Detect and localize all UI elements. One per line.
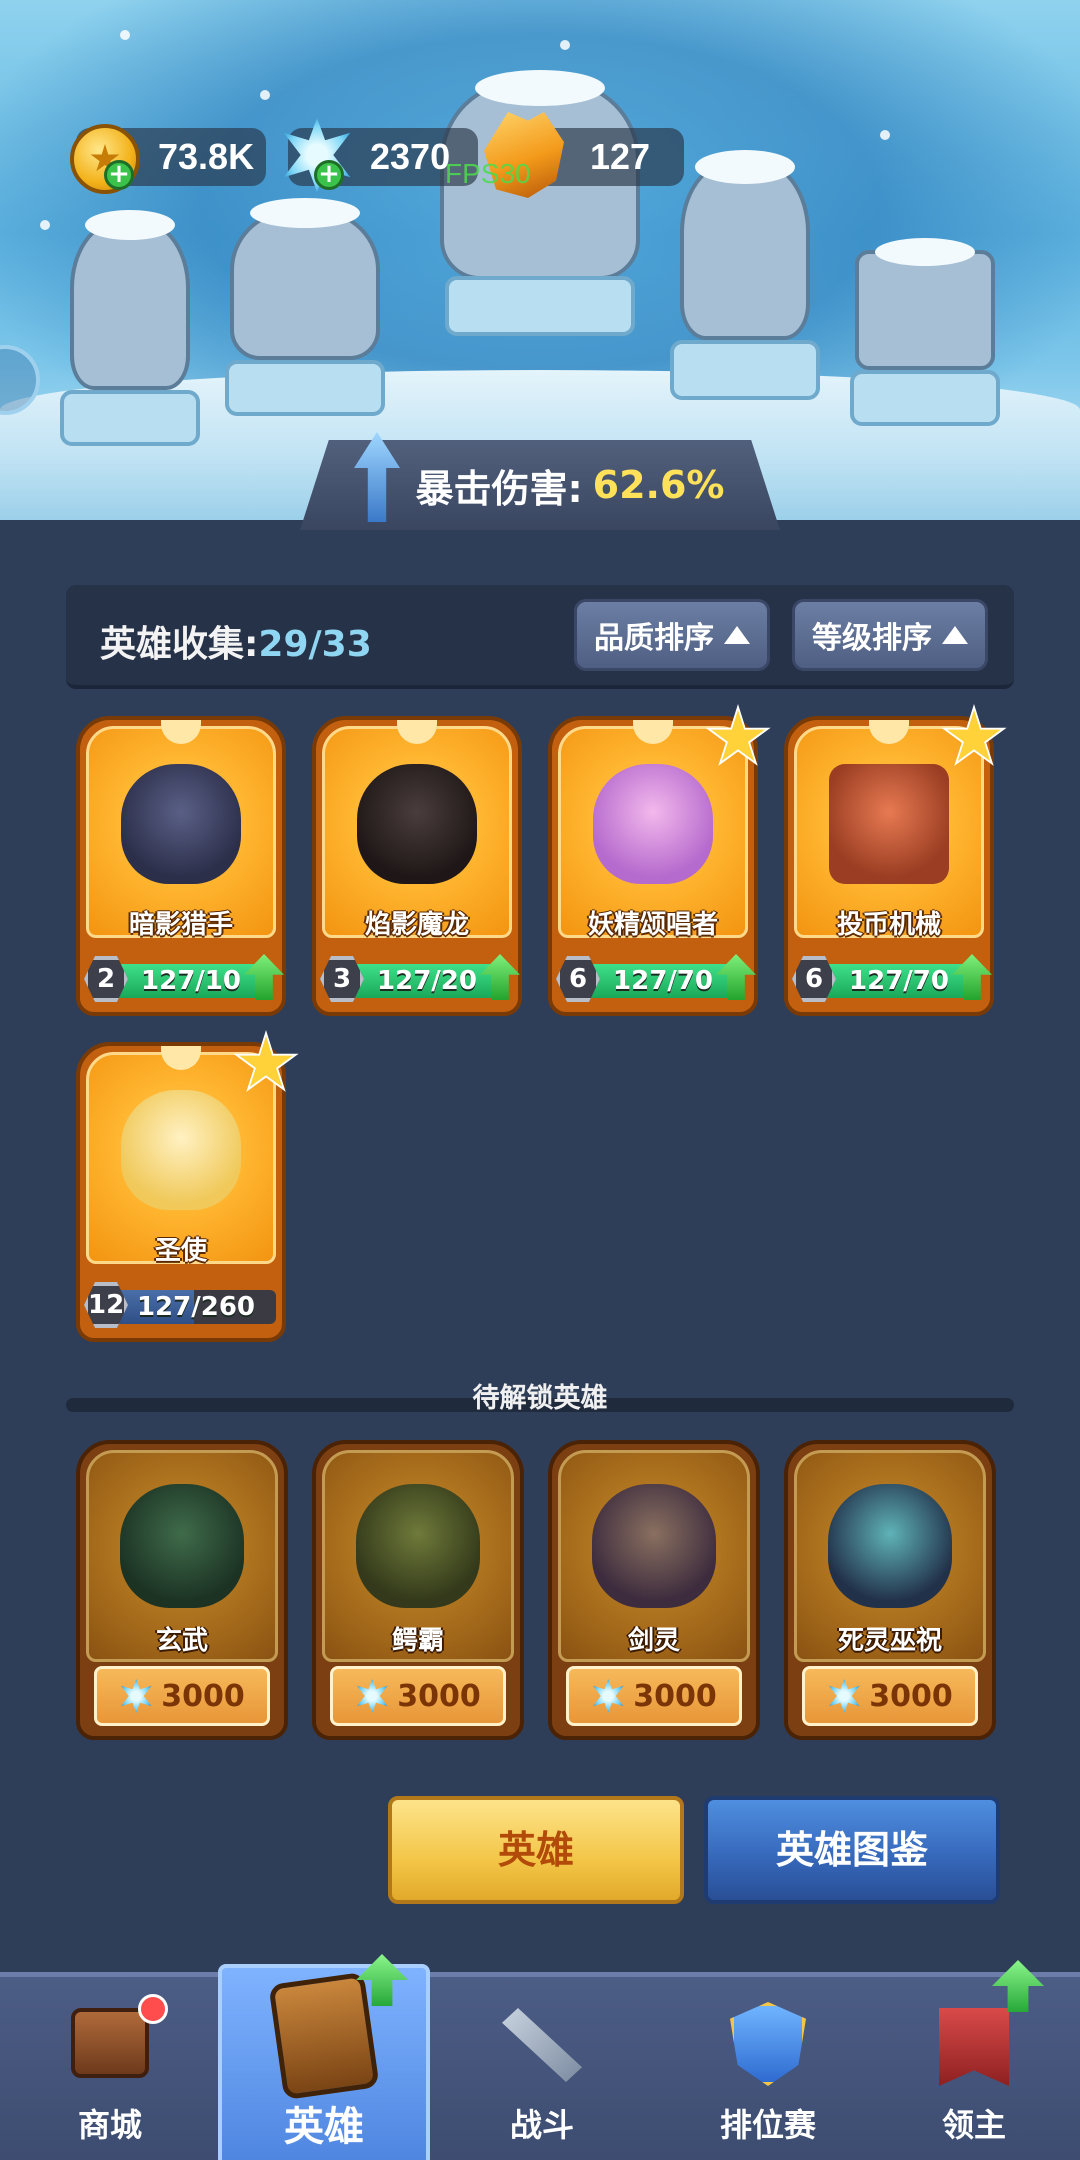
hero-name: 鳄霸 (391, 1626, 444, 1656)
nav-battle[interactable]: 战斗 (462, 1972, 622, 2160)
hero-portrait (120, 1484, 244, 1608)
crystal-icon (592, 1679, 624, 1713)
hero-name: 剑灵 (627, 1626, 680, 1656)
upgrade-arrow-icon (992, 1960, 1044, 2012)
nav-hero[interactable]: 英雄 (218, 1954, 430, 2152)
locked-hero-card[interactable]: 鳄霸 3000 (312, 1440, 524, 1740)
hero-progress-text: 127/20 (377, 966, 477, 996)
nav-ranked[interactable]: 排位赛 (688, 1972, 848, 2160)
banner-flag-icon (939, 2008, 1009, 2086)
sort-level-label: 等级排序 (812, 621, 932, 656)
sort-quality-label: 品质排序 (594, 621, 714, 656)
locked-hero-card[interactable]: 死灵巫祝 3000 (784, 1440, 996, 1740)
notification-dot-icon (138, 1994, 168, 2024)
hero-progress-bar: 127/260 (116, 1290, 276, 1324)
nav-lord-label: 领主 (941, 2106, 1006, 2144)
hero-card-flame-dragon[interactable]: 焰影魔龙 127/20 3 (312, 716, 522, 1016)
shield-icon (730, 2002, 806, 2086)
hero-portrait (357, 764, 477, 884)
nav-battle-label: 战斗 (509, 2106, 574, 2144)
hero-name: 死灵巫祝 (837, 1626, 942, 1656)
hero-name: 妖精颂唱者 (587, 910, 718, 940)
nav-hero-label: 英雄 (284, 2104, 364, 2150)
crystal-icon (828, 1679, 860, 1713)
unlock-price: 3000 (633, 1678, 717, 1714)
hero-portrait (829, 764, 949, 884)
nav-lord[interactable]: 领主 (894, 1960, 1054, 2160)
hero-name: 玄武 (155, 1626, 208, 1656)
unlock-price: 3000 (869, 1678, 953, 1714)
hero-progress-bar: 127/70 (588, 964, 738, 998)
hero-portrait (593, 764, 713, 884)
collection-count: 29/33 (258, 624, 372, 665)
sort-ascending-icon (724, 626, 750, 644)
snowflake (260, 90, 270, 100)
crystal-icon (120, 1679, 152, 1713)
add-gold-icon[interactable]: + (104, 160, 134, 190)
hero-portrait (121, 1090, 241, 1210)
treasure-chest-icon (71, 2008, 149, 2078)
hero-progress-bar: 127/70 (824, 964, 974, 998)
unlock-price-button[interactable]: 3000 (94, 1666, 270, 1726)
unlock-price: 3000 (161, 1678, 245, 1714)
ice-statue-robot (840, 230, 1010, 430)
hero-card-fairy-singer[interactable]: 妖精颂唱者 127/70 6 (548, 704, 771, 1016)
add-crystal-icon[interactable]: + (314, 160, 344, 190)
hero-progress-text: 127/10 (141, 966, 241, 996)
crossed-swords-icon (502, 2008, 582, 2082)
crystal-icon (356, 1679, 388, 1713)
sort-quality-button[interactable]: 品质排序 (574, 599, 770, 671)
collection-title: 英雄收集:29/33 (100, 615, 372, 667)
crit-damage-value: 62.6% (592, 463, 725, 507)
hero-portrait (121, 764, 241, 884)
hero-progress-text: 127/70 (613, 966, 713, 996)
hero-portrait (356, 1484, 480, 1608)
hero-progress-bar: 127/20 (352, 964, 502, 998)
hero-progress-text: 127/70 (849, 966, 949, 996)
hero-name: 焰影魔龙 (364, 910, 469, 940)
hero-card-saint[interactable]: 圣使 127/260 12 (76, 1030, 299, 1342)
snowflake (40, 220, 50, 230)
snowflake (880, 130, 890, 140)
locked-hero-card[interactable]: 玄武 3000 (76, 1440, 288, 1740)
collection-header: 英雄收集:29/33 品质排序 等级排序 (66, 585, 1014, 689)
hero-progress-bar: 127/10 (116, 964, 266, 998)
nav-ranked-label: 排位赛 (719, 2106, 816, 2144)
unlock-price-button[interactable]: 3000 (802, 1666, 978, 1726)
collection-label: 英雄收集: (100, 624, 259, 665)
hero-card-coin-machine[interactable]: 投币机械 127/70 6 (784, 704, 1007, 1016)
hero-portrait (592, 1484, 716, 1608)
nav-shop-label: 商城 (77, 2106, 142, 2144)
hero-codex-button[interactable]: 英雄图鉴 (704, 1796, 1000, 1904)
unlock-price-button[interactable]: 3000 (330, 1666, 506, 1726)
fps-counter: FPS30 (445, 158, 531, 189)
ice-statue (660, 140, 830, 420)
crit-damage-label: 暴击伤害: (415, 466, 583, 511)
locked-hero-card[interactable]: 剑灵 3000 (548, 1440, 760, 1740)
ice-statue (215, 180, 395, 420)
unlock-price-button[interactable]: 3000 (566, 1666, 742, 1726)
snowflake (120, 30, 130, 40)
hero-card-icon (268, 1971, 380, 2101)
hero-card-shadow-hunter[interactable]: 暗影猎手 127/10 2 (76, 716, 286, 1016)
hero-name: 圣使 (154, 1236, 207, 1266)
nav-shop[interactable]: 商城 (30, 1972, 190, 2160)
hero-name: 投币机械 (836, 910, 941, 940)
hero-name: 暗影猎手 (128, 910, 233, 940)
hero-progress-text: 127/260 (136, 1292, 256, 1322)
hero-portrait (828, 1484, 952, 1608)
unlock-price: 3000 (397, 1678, 481, 1714)
sort-ascending-icon (942, 626, 968, 644)
sort-level-button[interactable]: 等级排序 (792, 599, 988, 671)
locked-section-title: 待解锁英雄 (472, 1383, 608, 1414)
hero-tab-button[interactable]: 英雄 (388, 1796, 684, 1904)
ice-statue (50, 200, 210, 450)
